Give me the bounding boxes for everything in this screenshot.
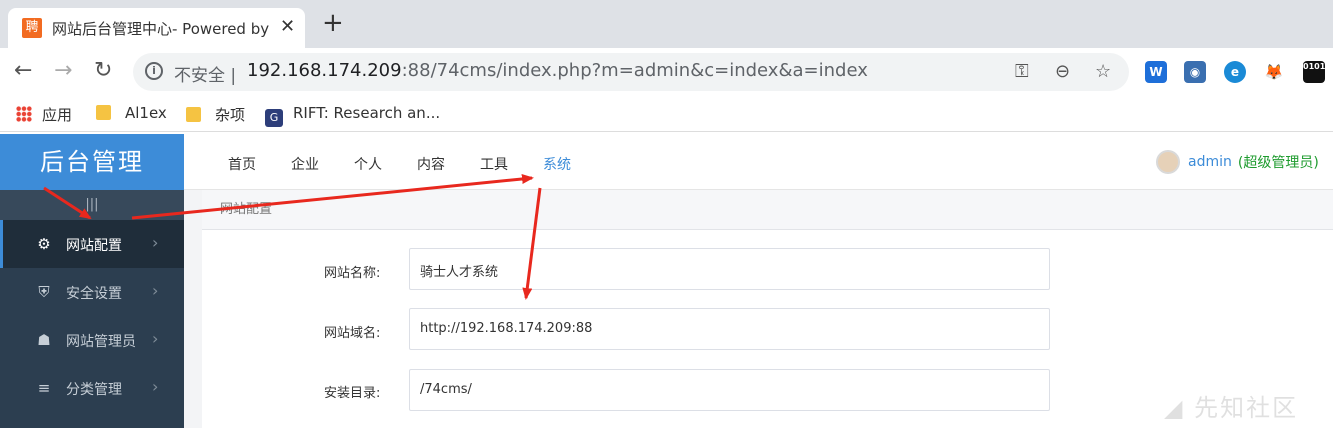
forward-icon[interactable]: → <box>54 58 72 83</box>
site-info-icon[interactable]: i <box>145 62 163 80</box>
chevron-right-icon: › <box>152 233 159 252</box>
nav-content[interactable]: 内容 <box>417 154 445 174</box>
watermark-text: 先知社区 <box>1194 394 1299 422</box>
bookmark-misc[interactable]: 杂项 <box>186 104 245 125</box>
sidebar-item-label: 安全设置 <box>66 286 122 302</box>
chevron-right-icon: › <box>152 329 159 348</box>
bookmark-label: RIFT: Research an... <box>293 104 441 122</box>
top-navigation: 首页 企业 个人 内容 工具 系统 admin (超级管理员) <box>184 134 1333 190</box>
sidebar: ||| ⚙ 网站配置 › ⛨ 安全设置 › ☗ 网站管理员 › ≡ 分类管理 › <box>0 190 184 428</box>
main-content: 网站配置 网站名称: 骑士人才系统 网站域名: http://192.168.1… <box>184 190 1333 428</box>
w-extension-icon[interactable]: W <box>1145 61 1167 83</box>
ie-extension-icon[interactable]: e <box>1224 61 1246 83</box>
folder-icon <box>96 105 111 120</box>
site-name-input[interactable]: 骑士人才系统 <box>409 248 1050 290</box>
address-bar[interactable]: i 不安全 | 192.168.174.209:88/74cms/index.p… <box>133 53 1129 91</box>
nav-personal[interactable]: 个人 <box>354 154 382 174</box>
tab-close-icon[interactable]: ✕ <box>280 16 295 37</box>
list-icon: ≡ <box>37 379 51 397</box>
chevron-right-icon: › <box>152 377 159 396</box>
site-domain-input[interactable]: http://192.168.174.209:88 <box>409 308 1050 350</box>
sidebar-item-label: 分类管理 <box>66 382 122 398</box>
new-tab-button[interactable]: + <box>322 10 344 36</box>
rift-logo-icon: G <box>265 109 283 127</box>
admin-brand-title: 后台管理 <box>0 134 184 190</box>
breadcrumb: 网站配置 <box>202 190 1333 230</box>
user-menu[interactable]: admin (超级管理员) <box>1156 150 1319 174</box>
nav-home[interactable]: 首页 <box>228 154 256 174</box>
sidebar-item-categories[interactable]: ≡ 分类管理 › <box>0 364 184 412</box>
bookmark-apps[interactable]: 应用 <box>16 104 72 125</box>
browser-tab-active[interactable]: 聘 网站后台管理中心- Powered by 74cms ✕ <box>8 8 305 48</box>
folder-icon <box>186 107 201 122</box>
apps-grid-icon <box>16 106 32 122</box>
gear-icon: ⚙ <box>37 235 51 253</box>
breadcrumb-label: 网站配置 <box>220 202 273 217</box>
browser-toolbar: ← → ↻ i 不安全 | 192.168.174.209:88/74cms/i… <box>0 48 1333 96</box>
globe-extension-icon[interactable]: ◉ <box>1184 61 1206 83</box>
binary-extension-icon[interactable]: 0101 <box>1303 61 1325 83</box>
user-role: (超级管理员) <box>1237 155 1319 171</box>
browser-tabstrip: 聘 网站后台管理中心- Powered by 74cms ✕ + <box>0 0 1333 48</box>
url-path: :88/74cms/index.php?m=admin&c=index&a=in… <box>401 60 868 81</box>
tab-title: 网站后台管理中心- Powered by 74cms <box>52 20 274 38</box>
install-dir-label: 安装目录: <box>324 386 381 401</box>
bookmark-apps-label: 应用 <box>42 106 73 124</box>
bookmark-star-icon[interactable]: ☆ <box>1095 61 1111 82</box>
user-icon: ☗ <box>37 331 51 349</box>
sidebar-item-admins[interactable]: ☗ 网站管理员 › <box>0 316 184 364</box>
chevron-right-icon: › <box>152 281 159 300</box>
sidebar-item-security[interactable]: ⛨ 安全设置 › <box>0 268 184 316</box>
avatar <box>1156 150 1180 174</box>
nav-tools[interactable]: 工具 <box>480 154 508 174</box>
shield-icon: ⛨ <box>38 283 50 301</box>
install-dir-input[interactable]: /74cms/ <box>409 369 1050 411</box>
reload-icon[interactable]: ↻ <box>94 58 112 83</box>
bookmark-label: Al1ex <box>125 104 167 122</box>
bookmarks-bar: 应用 Al1ex 杂项 G RIFT: Research an... <box>0 96 1333 132</box>
watermark-logo: ◢ 先知社区 <box>1164 394 1299 422</box>
screenshot-root: 聘 网站后台管理中心- Powered by 74cms ✕ + ← → ↻ i… <box>0 0 1333 428</box>
bookmark-label: 杂项 <box>215 106 246 124</box>
url-host: 192.168.174.209 <box>247 60 402 81</box>
site-favicon-icon: 聘 <box>22 18 42 38</box>
zoom-icon[interactable]: ⊖ <box>1055 61 1070 82</box>
bookmark-al1ex[interactable]: Al1ex <box>96 104 167 122</box>
sidebar-toggle-icon[interactable]: ||| <box>0 190 184 220</box>
sidebar-item-site-config[interactable]: ⚙ 网站配置 › <box>0 220 184 268</box>
url-text[interactable]: 192.168.174.209:88/74cms/index.php?m=adm… <box>247 60 868 81</box>
key-icon[interactable]: ⚿ <box>1015 61 1029 82</box>
site-domain-label: 网站域名: <box>324 326 381 341</box>
nav-system[interactable]: 系统 <box>543 154 571 174</box>
admin-app: 后台管理 首页 企业 个人 内容 工具 系统 admin (超级管理员) ||| … <box>0 134 1333 428</box>
fox-extension-icon[interactable]: 🦊 <box>1263 61 1285 83</box>
nav-company[interactable]: 企业 <box>291 154 319 174</box>
site-name-label: 网站名称: <box>324 266 381 281</box>
back-icon[interactable]: ← <box>14 58 32 83</box>
bookmark-rift[interactable]: G RIFT: Research an... <box>265 104 440 127</box>
user-name: admin <box>1188 154 1232 170</box>
sidebar-item-label: 网站配置 <box>66 238 122 254</box>
not-secure-label[interactable]: 不安全 | <box>174 61 236 86</box>
sidebar-item-label: 网站管理员 <box>66 334 136 350</box>
